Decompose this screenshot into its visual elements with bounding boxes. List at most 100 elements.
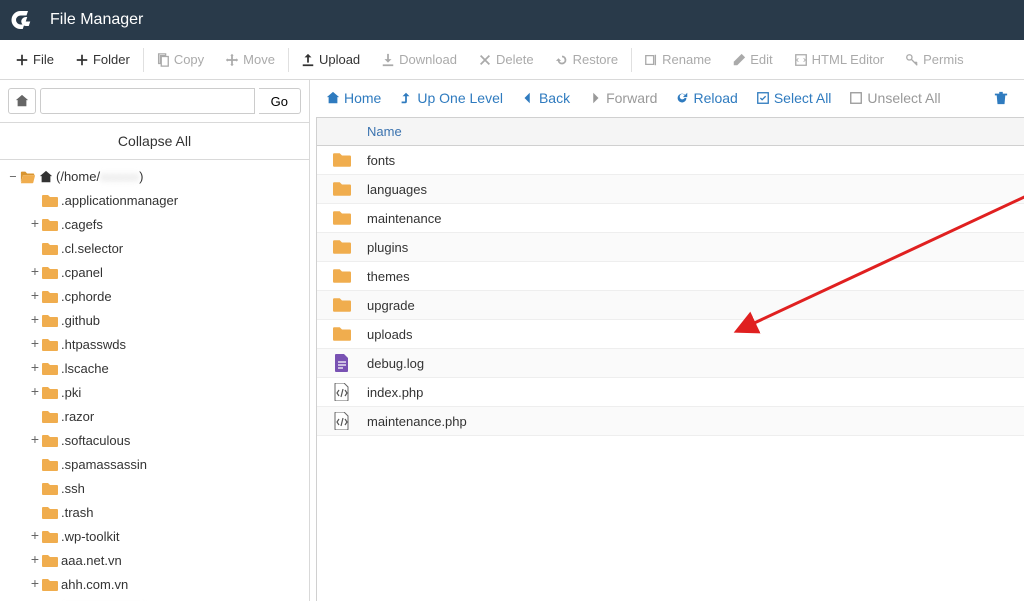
file-row[interactable]: index.php xyxy=(317,378,1024,407)
tree-item-label: .htpasswds xyxy=(61,335,126,355)
selectall-button[interactable]: Select All xyxy=(748,86,840,110)
tree-item-label: .github xyxy=(61,311,100,331)
key-icon xyxy=(905,53,919,67)
expand-icon[interactable]: + xyxy=(28,551,42,571)
folder-icon xyxy=(42,218,58,232)
file-row[interactable]: maintenance xyxy=(317,204,1024,233)
tree-item[interactable]: .ssh xyxy=(28,477,309,501)
folder-icon xyxy=(42,242,58,256)
restore-icon xyxy=(555,53,569,67)
toolbar-label: Copy xyxy=(174,52,204,67)
tree-item-label: .lscache xyxy=(61,359,109,379)
delete-button: Delete xyxy=(468,46,545,73)
file-row[interactable]: upgrade xyxy=(317,291,1024,320)
expand-icon[interactable]: + xyxy=(28,527,42,547)
collapse-icon[interactable]: – xyxy=(6,167,20,187)
folder-tree: –(/home/xxxxxx).applicationmanager + .cage… xyxy=(0,159,309,601)
move-icon xyxy=(225,53,239,67)
trash-button[interactable] xyxy=(986,87,1016,109)
home-icon xyxy=(39,170,53,184)
upload-button[interactable]: Upload xyxy=(291,46,371,73)
file-row[interactable]: fonts xyxy=(317,146,1024,175)
back-icon xyxy=(521,91,535,105)
tree-item-label: .pki xyxy=(61,383,81,403)
tree-item-label: .applicationmanager xyxy=(61,191,178,211)
folder-icon xyxy=(42,530,58,544)
tree-item[interactable]: +.wp-toolkit xyxy=(28,525,309,549)
expand-icon[interactable]: + xyxy=(28,263,42,283)
tree-item[interactable]: .spamassassin xyxy=(28,453,309,477)
htmleditor-button: HTML Editor xyxy=(784,46,895,73)
back-button[interactable]: Back xyxy=(513,86,578,110)
nav-label: Up One Level xyxy=(417,90,503,106)
expand-icon[interactable]: + xyxy=(28,431,42,451)
tree-item[interactable]: .trash xyxy=(28,501,309,525)
folder-icon xyxy=(42,554,58,568)
file-row[interactable]: themes xyxy=(317,262,1024,291)
file-row[interactable]: debug.log xyxy=(317,349,1024,378)
tree-item[interactable]: + .github xyxy=(28,309,309,333)
file-row[interactable]: uploads xyxy=(317,320,1024,349)
tree-item[interactable]: + .lscache xyxy=(28,357,309,381)
tree-item[interactable]: +xxxxxxxxxxxxxn xyxy=(28,597,309,601)
rename-button: Rename xyxy=(634,46,722,73)
file-name: maintenance xyxy=(357,211,441,226)
tree-item-label: .trash xyxy=(61,503,94,523)
file-name: languages xyxy=(357,182,427,197)
tree-item[interactable]: + .htpasswds xyxy=(28,333,309,357)
home-button[interactable] xyxy=(8,88,36,114)
expand-icon[interactable]: + xyxy=(28,287,42,307)
tree-item[interactable]: +.cpanel xyxy=(28,261,309,285)
column-header-name[interactable]: Name xyxy=(316,117,1024,146)
expand-icon[interactable]: + xyxy=(28,359,42,379)
folder-icon xyxy=(42,506,58,520)
file-row[interactable]: plugins xyxy=(317,233,1024,262)
file-button[interactable]: File xyxy=(5,46,65,73)
file-name: upgrade xyxy=(357,298,415,313)
upone-button[interactable]: Up One Level xyxy=(391,86,511,110)
forward-button[interactable]: Forward xyxy=(580,86,665,110)
expand-icon[interactable]: + xyxy=(28,311,42,331)
tree-item[interactable]: + .cagefs xyxy=(28,213,309,237)
tree-item[interactable]: +.cphorde xyxy=(28,285,309,309)
folder-icon xyxy=(42,482,58,496)
toolbar-label: Move xyxy=(243,52,275,67)
tree-item-label: .spamassassin xyxy=(61,455,147,475)
tree-item[interactable]: .applicationmanager xyxy=(28,189,309,213)
tree-item[interactable]: +.softaculous xyxy=(28,429,309,453)
tree-item[interactable]: .razor xyxy=(28,405,309,429)
toolbar-label: Permis xyxy=(923,52,963,67)
tree-item[interactable]: +ahh.com.vn xyxy=(28,573,309,597)
expand-icon[interactable]: + xyxy=(28,383,42,403)
file-name: index.php xyxy=(357,385,423,400)
expand-icon[interactable]: + xyxy=(28,575,42,595)
expand-icon[interactable]: + xyxy=(28,215,42,235)
toolbar-label: Upload xyxy=(319,52,360,67)
unselectall-button[interactable]: Unselect All xyxy=(841,86,948,110)
expand-icon[interactable]: + xyxy=(28,335,42,355)
doc-icon xyxy=(333,354,351,372)
folder-icon xyxy=(333,238,351,256)
collapse-all-button[interactable]: Collapse All xyxy=(0,122,310,160)
file-row[interactable]: languages xyxy=(317,175,1024,204)
file-row[interactable]: maintenance.php xyxy=(317,407,1024,436)
nav-label: Home xyxy=(344,90,381,106)
toolbar-label: Download xyxy=(399,52,457,67)
tree-item[interactable]: + .pki xyxy=(28,381,309,405)
tree-item[interactable]: +aaa.net.vn xyxy=(28,549,309,573)
tree-root[interactable]: –(/home/xxxxxx) xyxy=(6,165,309,189)
tree-item-label: .cagefs xyxy=(61,215,103,235)
reload-button[interactable]: Reload xyxy=(667,86,745,110)
folder-icon xyxy=(42,434,58,448)
permis-button: Permis xyxy=(895,46,974,73)
path-input[interactable] xyxy=(40,88,255,114)
go-button[interactable]: Go xyxy=(259,88,301,114)
file-name: maintenance.php xyxy=(357,414,467,429)
home-button[interactable]: Home xyxy=(318,86,389,110)
nav-label: Forward xyxy=(606,90,657,106)
php-icon xyxy=(333,383,351,401)
tree-item[interactable]: .cl.selector xyxy=(28,237,309,261)
folder-button[interactable]: Folder xyxy=(65,46,141,73)
file-name: fonts xyxy=(357,153,395,168)
nav-label: Select All xyxy=(774,90,832,106)
